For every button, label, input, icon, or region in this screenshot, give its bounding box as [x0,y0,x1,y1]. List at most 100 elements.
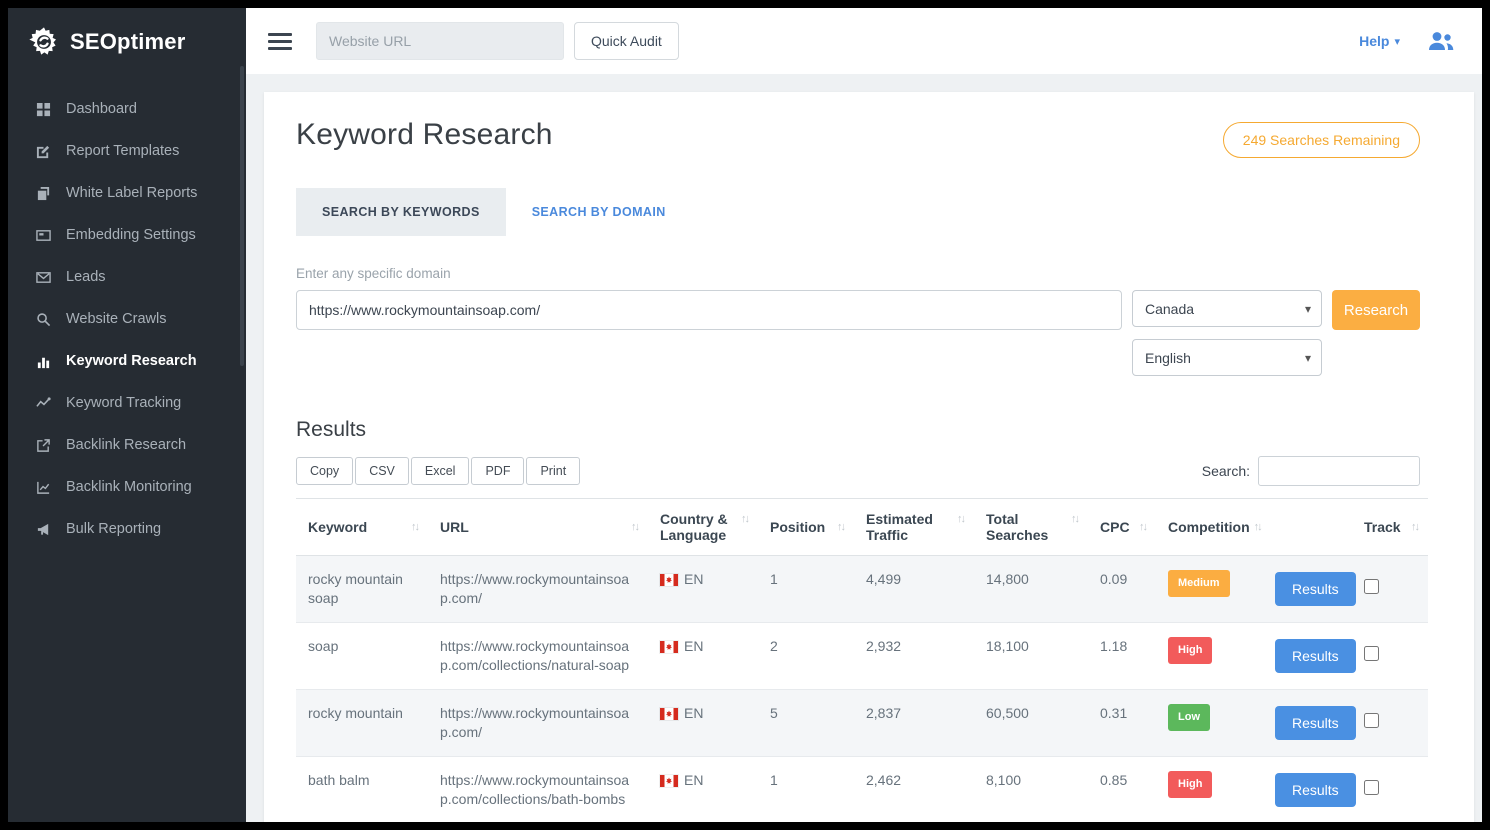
magnifier-icon [35,311,51,327]
sort-icon[interactable]: ↑↓ [1139,519,1146,533]
edit-icon [35,143,51,159]
column-header-position[interactable]: Position↑↓ [758,499,854,556]
content-area: Keyword Research 249 Searches Remaining … [246,74,1482,822]
row-results-button[interactable]: Results [1275,572,1356,606]
row-results-button[interactable]: Results [1275,706,1356,740]
table-search-input[interactable] [1258,456,1420,486]
column-header-estimated-traffic[interactable]: Estimated Traffic↑↓ [854,499,974,556]
row-results-button[interactable]: Results [1275,773,1356,807]
sort-icon[interactable]: ↑↓ [411,519,418,533]
sidebar-item-label: Website Crawls [66,311,166,327]
total-searches-cell: 14,800 [974,556,1088,623]
chevron-down-icon: ▾ [1394,35,1400,48]
envelope-icon [35,269,51,285]
row-track-checkbox[interactable] [1364,579,1379,594]
sort-icon[interactable]: ↑↓ [631,519,638,533]
export-excel-button[interactable]: Excel [411,457,470,485]
country-cell: EN [648,690,758,757]
url-cell: https://www.rockymountainsoap.com/collec… [428,757,648,823]
topbar-right: Help ▾ [1359,30,1456,52]
column-header-competition[interactable]: Competition↑↓ [1156,499,1263,556]
column-header-cpc[interactable]: CPC↑↓ [1088,499,1156,556]
language-select[interactable]: English ▾ [1132,339,1322,376]
research-button[interactable]: Research [1332,290,1420,330]
sidebar-item-backlink-research[interactable]: Backlink Research [8,424,246,466]
chevron-down-icon: ▾ [1305,351,1311,365]
tab-search-by-keywords[interactable]: SEARCH BY KEYWORDS [296,188,506,236]
table-header-row: Keyword↑↓ URL↑↓ Country & Language↑↓ Pos… [296,499,1428,556]
sidebar-item-bulk-reporting[interactable]: Bulk Reporting [8,508,246,550]
position-cell: 2 [758,623,854,690]
sidebar-item-dashboard[interactable]: Dashboard [8,88,246,130]
column-header-url[interactable]: URL↑↓ [428,499,648,556]
action-cell: Results [1263,623,1352,690]
sort-icon[interactable]: ↑↓ [741,511,748,525]
sidebar-item-label: Report Templates [66,143,179,159]
export-pdf-button[interactable]: PDF [471,457,524,485]
searches-remaining-badge: 249 Searches Remaining [1223,122,1420,158]
sidebar-item-label: Keyword Research [66,353,197,369]
sidebar-item-backlink-monitoring[interactable]: Backlink Monitoring [8,466,246,508]
export-copy-button[interactable]: Copy [296,457,353,485]
keyword-cell: bath balm [296,757,428,823]
total-searches-cell: 60,500 [974,690,1088,757]
track-cell [1352,690,1428,757]
sidebar-item-embedding-settings[interactable]: Embedding Settings [8,214,246,256]
cpc-cell: 0.31 [1088,690,1156,757]
app-window: SEOptimer Dashboard Report Templates Whi… [8,8,1482,822]
language-select-value: English [1145,350,1191,366]
position-cell: 5 [758,690,854,757]
column-header-keyword[interactable]: Keyword↑↓ [296,499,428,556]
row-results-button[interactable]: Results [1275,639,1356,673]
cpc-cell: 0.09 [1088,556,1156,623]
users-icon[interactable] [1426,30,1456,52]
row-track-checkbox[interactable] [1364,713,1379,728]
quick-audit-button[interactable]: Quick Audit [574,22,679,60]
country-cell: EN [648,556,758,623]
sidebar-item-report-templates[interactable]: Report Templates [8,130,246,172]
track-cell [1352,757,1428,823]
sidebar-item-white-label-reports[interactable]: White Label Reports [8,172,246,214]
copy-icon [35,185,51,201]
sidebar-item-keyword-research[interactable]: Keyword Research [8,340,246,382]
sort-icon[interactable]: ↑↓ [1254,519,1261,533]
export-csv-button[interactable]: CSV [355,457,409,485]
sort-icon[interactable]: ↑↓ [837,519,844,533]
search-mode-tabs: SEARCH BY KEYWORDS SEARCH BY DOMAIN [296,188,1420,236]
sort-icon[interactable]: ↑↓ [957,511,964,525]
sort-icon[interactable]: ↑↓ [1411,519,1418,533]
sidebar-nav: Dashboard Report Templates White Label R… [8,88,246,550]
sidebar-scrollbar[interactable] [240,66,244,366]
brand-logo[interactable]: SEOptimer [8,8,246,74]
action-cell: Results [1263,690,1352,757]
external-link-icon [35,437,51,453]
help-menu[interactable]: Help ▾ [1359,33,1400,49]
main-area: Quick Audit Help ▾ [246,8,1482,822]
chevron-down-icon: ▾ [1305,302,1311,316]
track-cell [1352,623,1428,690]
export-print-button[interactable]: Print [526,457,580,485]
country-cell: EN [648,757,758,823]
sidebar-item-keyword-tracking[interactable]: Keyword Tracking [8,382,246,424]
tab-search-by-domain[interactable]: SEARCH BY DOMAIN [506,188,692,236]
position-cell: 1 [758,556,854,623]
column-header-total-searches[interactable]: Total Searches↑↓ [974,499,1088,556]
row-track-checkbox[interactable] [1364,646,1379,661]
column-header-track[interactable]: Track↑↓ [1352,499,1428,556]
canada-flag-icon [660,574,678,586]
country-select[interactable]: Canada ▾ [1132,290,1322,327]
language-code: EN [684,704,703,723]
sidebar-item-website-crawls[interactable]: Website Crawls [8,298,246,340]
website-url-input[interactable] [316,22,564,60]
competition-cell: High [1156,757,1263,823]
estimated-traffic-cell: 2,932 [854,623,974,690]
hamburger-menu-icon[interactable] [268,33,292,50]
position-cell: 1 [758,757,854,823]
sort-icon[interactable]: ↑↓ [1071,511,1078,525]
competition-cell: Medium [1156,556,1263,623]
column-header-country-language[interactable]: Country & Language↑↓ [648,499,758,556]
sidebar-item-leads[interactable]: Leads [8,256,246,298]
domain-input[interactable] [296,290,1122,330]
row-track-checkbox[interactable] [1364,780,1379,795]
line-chart-icon [35,479,51,495]
